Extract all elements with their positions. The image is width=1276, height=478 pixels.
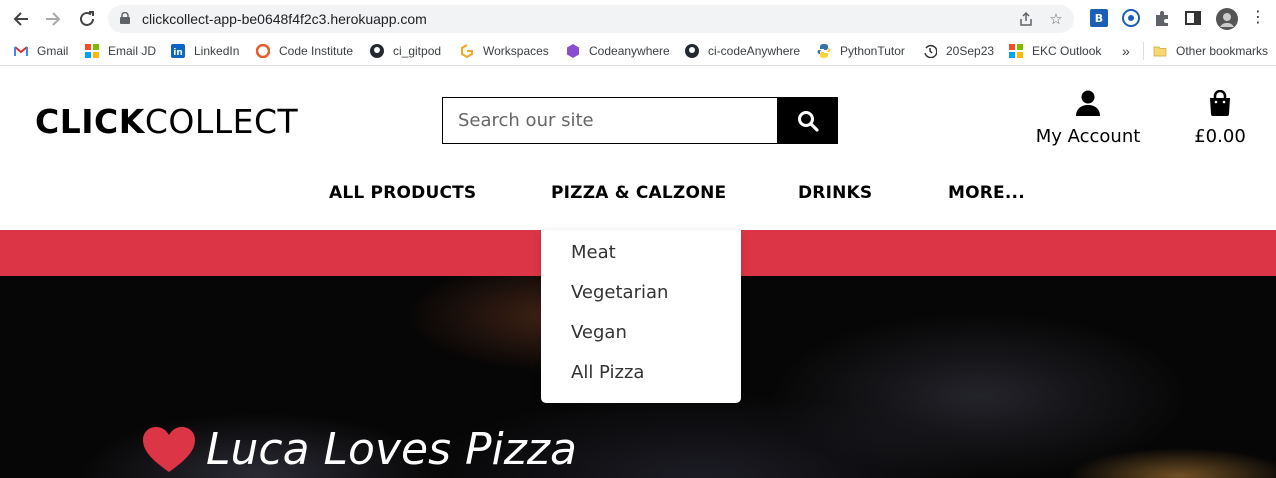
gmail-icon: [14, 46, 28, 56]
python-icon: [817, 44, 831, 58]
password-manager-icon[interactable]: [1122, 9, 1140, 27]
menu-kebab-icon[interactable]: ⋮: [1250, 9, 1266, 25]
bookmark-item[interactable]: Code Institute: [256, 43, 353, 59]
extensions-puzzle-icon[interactable]: [1153, 9, 1171, 27]
nav-more[interactable]: MORE...: [948, 183, 1025, 203]
bookmark-star-icon[interactable]: ☆: [1048, 11, 1064, 27]
more-bookmarks-chevron[interactable]: »: [1122, 43, 1130, 59]
bag-total: £0.00: [1194, 126, 1246, 147]
shopping-bag-icon: [1210, 89, 1230, 116]
bookmark-item[interactable]: Codeanywhere: [566, 43, 670, 59]
reload-icon[interactable]: [76, 8, 98, 30]
side-panel-icon[interactable]: [1184, 9, 1202, 27]
pizza-dropdown-menu: Meat Vegetarian Vegan All Pizza: [541, 230, 741, 403]
other-bookmarks[interactable]: Other bookmarks: [1153, 43, 1268, 59]
codeanywhere-icon: [567, 44, 579, 58]
browser-toolbar: clickcollect-app-be0648f4f2c3.herokuapp.…: [0, 0, 1276, 36]
bookmark-item[interactable]: 20Sep23: [923, 43, 994, 59]
forward-arrow-icon[interactable]: [42, 8, 64, 30]
hero-title: Luca Loves Pizza: [206, 424, 577, 475]
github-icon: [370, 44, 384, 58]
bookmark-item[interactable]: Workspaces: [460, 43, 549, 59]
nav-pizza-calzone[interactable]: PIZZA & CALZONE: [551, 183, 726, 203]
dropdown-item-vegetarian[interactable]: Vegetarian: [571, 282, 668, 303]
logo-bold-text: CLICK: [35, 102, 145, 141]
microsoft-icon: [1009, 44, 1023, 58]
github-icon: [685, 44, 699, 58]
bookmark-item[interactable]: PythonTutor: [817, 43, 905, 59]
heart-icon: [143, 427, 195, 472]
extension-badge-icon[interactable]: B: [1090, 9, 1108, 27]
bookmark-item[interactable]: EKC Outlook: [1009, 43, 1101, 59]
bookmark-item[interactable]: in LinkedIn: [171, 43, 239, 59]
linkedin-icon: in: [171, 44, 185, 58]
share-icon[interactable]: [1018, 11, 1034, 27]
shopping-bag-link[interactable]: £0.00: [1185, 89, 1255, 147]
svg-text:in: in: [173, 48, 183, 58]
search-input[interactable]: [443, 98, 777, 143]
logo-light-text: COLLECT: [144, 102, 299, 141]
bookmarks-divider: [1143, 42, 1144, 60]
account-label: My Account: [1035, 126, 1141, 147]
code-institute-icon: [256, 44, 270, 58]
folder-icon: [1153, 46, 1167, 57]
back-arrow-icon[interactable]: [10, 8, 32, 30]
nav-drinks[interactable]: DRINKS: [798, 183, 872, 203]
dropdown-item-vegan[interactable]: Vegan: [571, 322, 627, 343]
nav-all-products[interactable]: ALL PRODUCTS: [329, 183, 476, 203]
bookmark-item[interactable]: Gmail: [14, 43, 68, 59]
search-icon: [797, 110, 819, 132]
lock-icon: [120, 12, 130, 24]
user-icon: [1076, 90, 1100, 116]
svg-text:B: B: [1095, 12, 1103, 25]
site-page: CLICKCOLLECT My Account £0.00 ALL PRODUC…: [0, 70, 1276, 478]
gitpod-icon: [461, 44, 473, 58]
site-logo[interactable]: CLICKCOLLECT: [35, 102, 298, 141]
my-account-link[interactable]: My Account: [1028, 90, 1148, 147]
url-text[interactable]: clickcollect-app-be0648f4f2c3.herokuapp.…: [142, 11, 427, 27]
bookmark-item[interactable]: ci_gitpod: [370, 43, 441, 59]
bookmark-item[interactable]: Email JD: [85, 43, 156, 59]
history-icon: [924, 44, 937, 58]
dropdown-item-all-pizza[interactable]: All Pizza: [571, 362, 644, 383]
microsoft-icon: [85, 44, 99, 58]
profile-avatar[interactable]: [1216, 8, 1238, 30]
address-bar[interactable]: clickcollect-app-be0648f4f2c3.herokuapp.…: [108, 5, 1074, 33]
search-form: [442, 97, 838, 144]
bookmark-item[interactable]: ci-codeAnywhere: [685, 43, 800, 59]
dropdown-item-meat[interactable]: Meat: [571, 242, 616, 263]
bookmarks-bar: Gmail Email JD in LinkedIn Code Institut…: [0, 36, 1276, 66]
search-button[interactable]: [777, 98, 838, 143]
